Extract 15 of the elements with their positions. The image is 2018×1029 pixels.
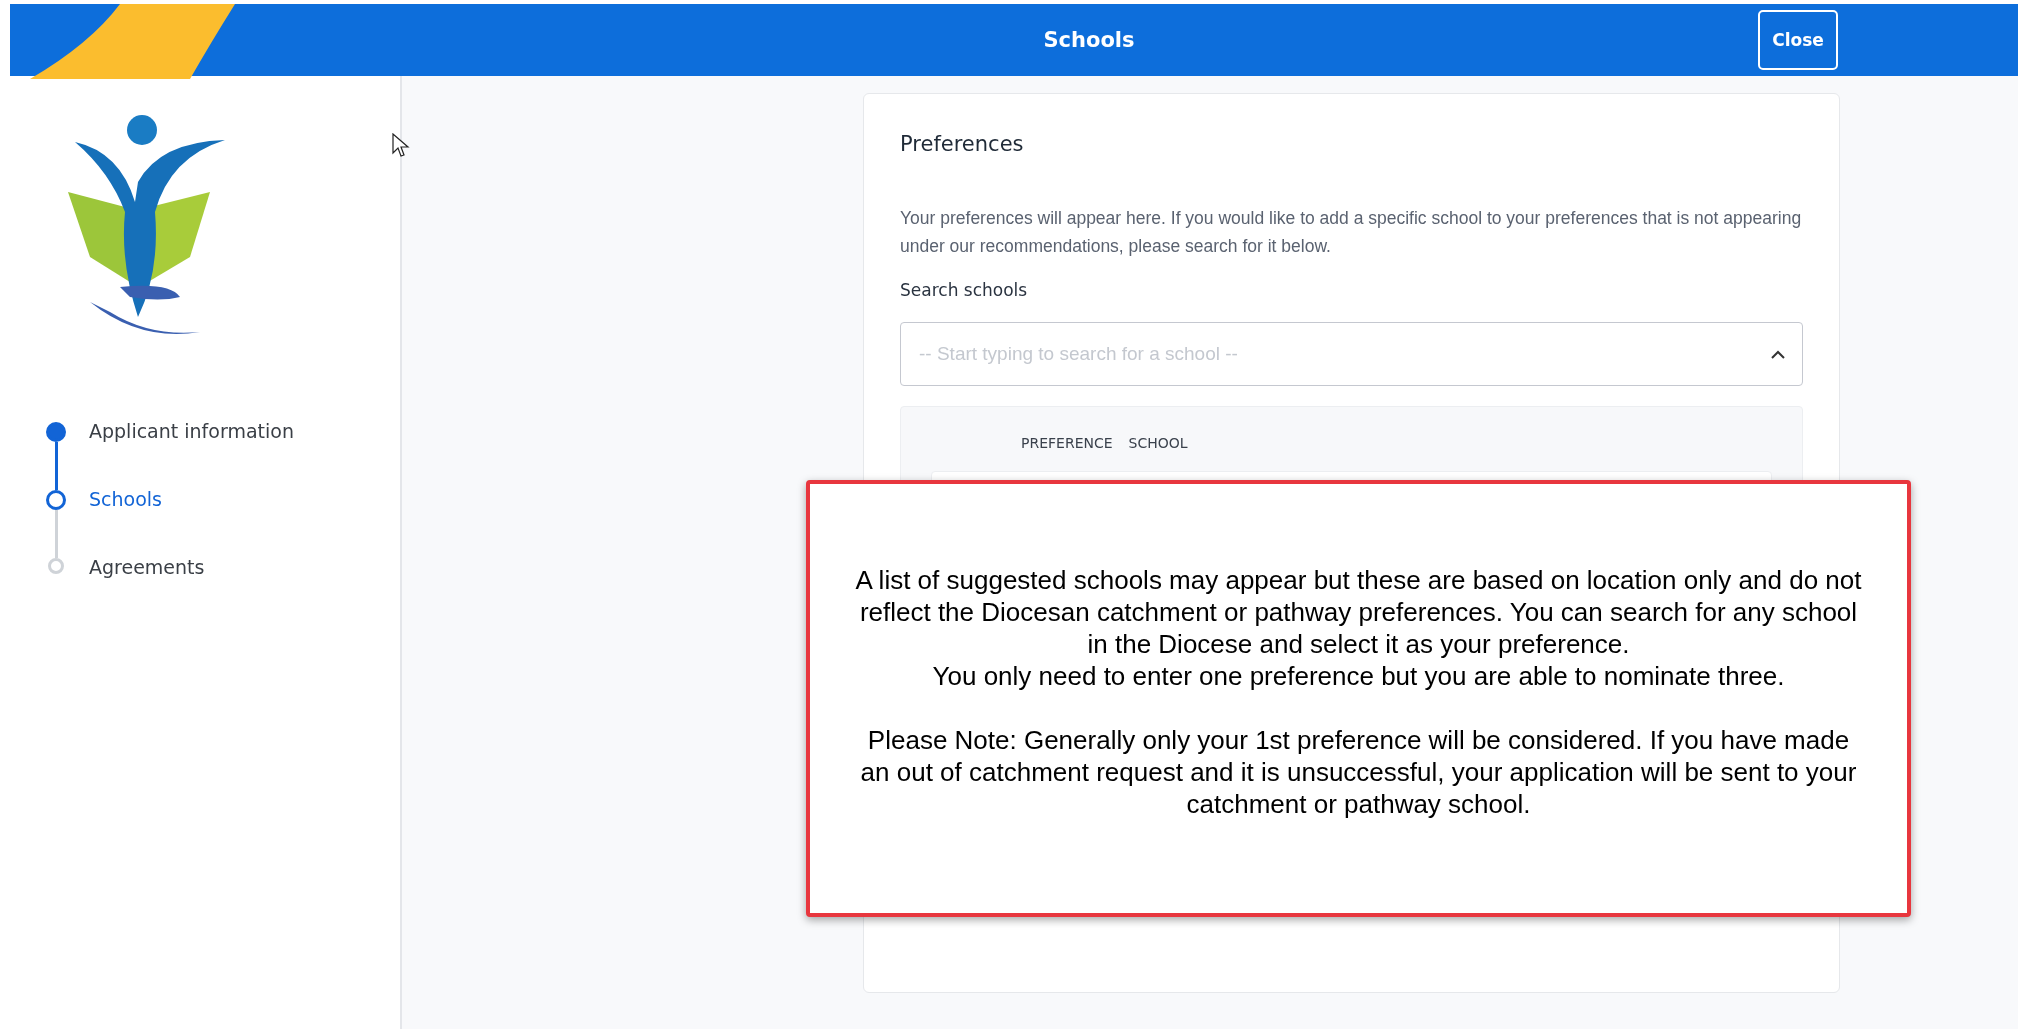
card-title: Preferences (900, 132, 1025, 156)
notice-text: A list of suggested schools may appear but these are based on location only and do not reflect the Diocesan catchment or pathway preferences. You can search for any school in the Diocese and select it as your preference. (854, 564, 1863, 660)
notice-text: Please Note: Generally only your 1st preference will be considered. If you have made an out of catchment request and it is unsuccessful, your application will be sent to your catchment or pathway school. (859, 724, 1858, 820)
page-title: Schools (1043, 28, 1135, 52)
close-button[interactable]: Close (1758, 10, 1838, 70)
step-label[interactable]: Applicant information (89, 420, 294, 490)
step-label[interactable]: Agreements (89, 556, 205, 626)
notice-text: You only need to enter one preference but you are able to nominate three. (931, 660, 1786, 692)
search-field[interactable]: -- Start typing to search for a school -- (900, 322, 1803, 386)
search-label: Search schools (900, 280, 1029, 300)
step-label[interactable]: Schools (89, 488, 162, 558)
column-header: PREFERENCE (1021, 435, 1113, 451)
description-text: Your preferences will appear here. If you would like to add a specific school to your preferences that is not appearing under our recommendations, please search for it below. (900, 207, 1803, 258)
chevron-up-icon (1771, 350, 1785, 359)
column-header: SCHOOL (1128, 435, 1188, 451)
